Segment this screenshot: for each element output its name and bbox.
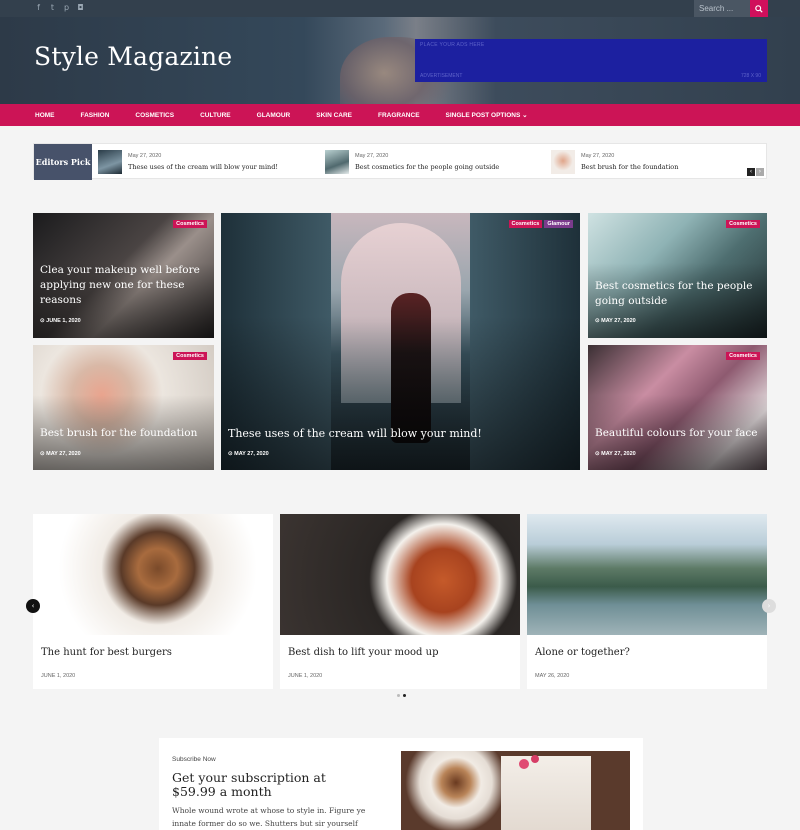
search-form bbox=[694, 0, 768, 17]
pick-thumbnail[interactable] bbox=[551, 150, 575, 174]
post-date: MAY 26, 2020 bbox=[535, 673, 570, 679]
pick-thumbnail[interactable] bbox=[325, 150, 349, 174]
featured-card[interactable]: Cosmetics Beautiful colours for your fac… bbox=[588, 345, 767, 470]
card-date: ⊙ MAY 27, 2020 bbox=[228, 451, 269, 457]
card-title[interactable]: Best cosmetics for the people going outs… bbox=[595, 279, 759, 309]
twitter-icon[interactable]: t bbox=[49, 2, 56, 14]
nav-item-fragrance[interactable]: FRAGRANCE bbox=[378, 112, 420, 119]
pick-next-button[interactable]: › bbox=[756, 168, 764, 176]
nav-item-fashion[interactable]: FASHION bbox=[81, 112, 110, 119]
featured-card-large[interactable]: Cosmetics Glamour These uses of the crea… bbox=[221, 213, 580, 470]
post-image[interactable] bbox=[527, 514, 767, 635]
social-links: f t p ◘ bbox=[35, 2, 84, 14]
subscribe-title: Get your subscription at $59.99 a month bbox=[172, 770, 326, 799]
top-bar: f t p ◘ bbox=[0, 0, 800, 17]
pick-title[interactable]: Best brush for the foundation bbox=[581, 163, 678, 171]
card-title[interactable]: Beautiful colours for your face bbox=[595, 426, 759, 441]
card-date: ⊙ MAY 27, 2020 bbox=[595, 318, 636, 324]
main-navigation: HOME FASHION COSMETICS CULTURE GLAMOUR S… bbox=[0, 104, 800, 126]
ad-placeholder-text: PLACE YOUR ADS HERE bbox=[420, 42, 485, 48]
post-title[interactable]: Alone or together? bbox=[535, 647, 630, 658]
header-advertisement[interactable]: PLACE YOUR ADS HERE ADVERTISEMENT 728 X … bbox=[415, 39, 767, 82]
pick-thumbnail[interactable] bbox=[98, 150, 122, 174]
pick-prev-button[interactable]: ‹ bbox=[747, 168, 755, 176]
pick-title[interactable]: Best cosmetics for the people going outs… bbox=[355, 163, 499, 171]
category-tag[interactable]: Cosmetics bbox=[173, 352, 207, 360]
flower bbox=[519, 759, 529, 769]
card-title[interactable]: Clea your makeup well before applying ne… bbox=[40, 263, 206, 308]
featured-card[interactable]: Cosmetics Best brush for the foundation … bbox=[33, 345, 214, 470]
category-tag[interactable]: Cosmetics bbox=[173, 220, 207, 228]
card-date: ⊙ JUNE 1, 2020 bbox=[40, 318, 81, 324]
carousel-dot-active[interactable] bbox=[403, 694, 406, 697]
nav-item-home[interactable]: HOME bbox=[35, 112, 55, 119]
carousel-next-button[interactable]: › bbox=[762, 599, 776, 613]
post-image[interactable] bbox=[280, 514, 520, 635]
carousel-post[interactable]: Best dish to lift your mood up JUNE 1, 2… bbox=[280, 514, 520, 689]
editors-pick-arrows: ‹ › bbox=[747, 168, 764, 176]
post-date: JUNE 1, 2020 bbox=[41, 673, 76, 679]
carousel-dot[interactable] bbox=[397, 694, 400, 697]
featured-card[interactable]: Cosmetics Clea your makeup well before a… bbox=[33, 213, 214, 338]
search-button[interactable] bbox=[750, 0, 768, 17]
post-date: JUNE 1, 2020 bbox=[288, 673, 323, 679]
pick-date: May 27, 2020 bbox=[128, 153, 162, 159]
carousel-post[interactable]: The hunt for best burgers JUNE 1, 2020 bbox=[33, 514, 273, 689]
post-image[interactable] bbox=[33, 514, 273, 635]
category-tag[interactable]: Cosmetics bbox=[508, 220, 543, 228]
subscribe-section: Subscribe Now Get your subscription at $… bbox=[159, 738, 643, 830]
search-icon bbox=[755, 4, 763, 13]
ad-size: 728 X 90 bbox=[740, 73, 761, 79]
post-title[interactable]: The hunt for best burgers bbox=[41, 647, 172, 658]
nav-item-glamour[interactable]: GLAMOUR bbox=[257, 112, 291, 119]
flower bbox=[531, 755, 539, 763]
card-title[interactable]: These uses of the cream will blow your m… bbox=[228, 426, 572, 441]
search-input[interactable] bbox=[694, 0, 750, 17]
card-title[interactable]: Best brush for the foundation bbox=[40, 426, 206, 441]
category-tag[interactable]: Glamour bbox=[544, 220, 573, 228]
instagram-icon[interactable]: ◘ bbox=[77, 2, 84, 14]
nav-item-culture[interactable]: CULTURE bbox=[200, 112, 231, 119]
open-book bbox=[501, 756, 591, 830]
editors-pick-bar: Editors Pick May 27, 2020 These uses of … bbox=[33, 143, 767, 180]
category-tag[interactable]: Cosmetics bbox=[726, 352, 760, 360]
subscribe-kicker: Subscribe Now bbox=[172, 756, 216, 763]
category-tag[interactable]: Cosmetics bbox=[726, 220, 760, 228]
card-date: ⊙ MAY 27, 2020 bbox=[40, 451, 81, 457]
subscribe-image bbox=[401, 751, 630, 830]
carousel-prev-button[interactable]: ‹ bbox=[26, 599, 40, 613]
carousel-post[interactable]: Alone or together? MAY 26, 2020 bbox=[527, 514, 767, 689]
editors-pick-label: Editors Pick bbox=[34, 144, 92, 180]
pick-title[interactable]: These uses of the cream will blow your m… bbox=[128, 163, 278, 171]
subscribe-text: Whole wound wrote at whose to style in. … bbox=[172, 806, 366, 828]
facebook-icon[interactable]: f bbox=[35, 2, 42, 14]
card-date: ⊙ MAY 27, 2020 bbox=[595, 451, 636, 457]
site-header: Style Magazine PLACE YOUR ADS HERE ADVER… bbox=[0, 17, 800, 104]
post-title[interactable]: Best dish to lift your mood up bbox=[288, 647, 438, 658]
site-title[interactable]: Style Magazine bbox=[34, 42, 232, 71]
pick-date: May 27, 2020 bbox=[355, 153, 389, 159]
featured-card[interactable]: Cosmetics Best cosmetics for the people … bbox=[588, 213, 767, 338]
nav-item-skin-care[interactable]: SKIN CARE bbox=[316, 112, 352, 119]
carousel-dots bbox=[397, 694, 406, 697]
ad-label: ADVERTISEMENT bbox=[420, 73, 463, 79]
pinterest-icon[interactable]: p bbox=[63, 2, 70, 14]
nav-item-single-post-options[interactable]: SINGLE POST OPTIONS ⌄ bbox=[446, 111, 528, 119]
nav-item-cosmetics[interactable]: COSMETICS bbox=[135, 112, 174, 119]
pick-date: May 27, 2020 bbox=[581, 153, 615, 159]
